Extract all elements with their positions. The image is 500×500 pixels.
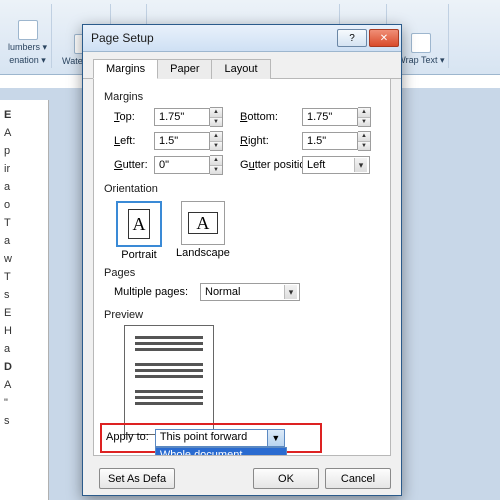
ribbon-group-numbers[interactable]: lumbers ▾ enation ▾: [4, 4, 52, 68]
cancel-button[interactable]: Cancel: [325, 468, 391, 489]
page-setup-dialog: Page Setup ? ✕ Margins Paper Layout Marg…: [82, 24, 402, 496]
portrait-label: Portrait: [121, 249, 156, 261]
left-spinner[interactable]: ▲▼: [210, 131, 223, 151]
apply-to-label: Apply to:: [106, 429, 149, 443]
orientation-group: A Portrait A Landscape: [114, 199, 380, 263]
preview-section-title: Preview: [104, 309, 380, 321]
multiple-pages-label: Multiple pages:: [114, 286, 188, 298]
right-input[interactable]: 1.5": [302, 132, 358, 150]
left-input[interactable]: 1.5": [154, 132, 210, 150]
line-numbers-icon: [18, 20, 38, 40]
margins-panel: Margins Top: 1.75" ▲▼ Bottom: 1.75" ▲▼ L…: [93, 79, 391, 456]
help-button[interactable]: ?: [337, 29, 367, 47]
gutter-position-label: Gutter position:: [240, 159, 302, 171]
margins-section-title: Margins: [104, 91, 380, 103]
tab-margins[interactable]: Margins: [93, 59, 158, 79]
chevron-down-icon[interactable]: ▼: [267, 430, 284, 446]
preview-page-icon: [124, 325, 214, 435]
orientation-portrait[interactable]: A Portrait: [114, 199, 164, 263]
set-as-default-button[interactable]: Set As Defa: [99, 468, 175, 489]
top-input[interactable]: 1.75": [154, 108, 210, 126]
right-label: Right:: [240, 135, 302, 147]
orientation-section-title: Orientation: [104, 183, 380, 195]
dialog-tabs: Margins Paper Layout: [83, 52, 401, 79]
document-page-edge: E A p ir a o T a w T s E H a D A " s: [0, 100, 49, 500]
landscape-page-icon: A: [188, 212, 218, 234]
wrap-text-icon: [411, 33, 431, 53]
ok-button[interactable]: OK: [253, 468, 319, 489]
bottom-spinner[interactable]: ▲▼: [358, 107, 371, 127]
pages-section-title: Pages: [104, 267, 380, 279]
wrap-text-label: Wrap Text ▾: [397, 55, 444, 66]
left-label: Left:: [114, 135, 154, 147]
numbers-label: lumbers ▾: [8, 42, 47, 53]
margins-grid: Top: 1.75" ▲▼ Bottom: 1.75" ▲▼ Left: 1.5…: [114, 107, 380, 175]
tab-paper[interactable]: Paper: [157, 59, 212, 79]
gutter-label: Gutter:: [114, 159, 154, 171]
bottom-input[interactable]: 1.75": [302, 108, 358, 126]
top-spinner[interactable]: ▲▼: [210, 107, 223, 127]
gutter-position-select[interactable]: Left: [302, 156, 370, 174]
gutter-input[interactable]: 0": [154, 156, 210, 174]
multiple-pages-select[interactable]: Normal: [200, 283, 300, 301]
tab-layout[interactable]: Layout: [211, 59, 270, 79]
orientation-landscape[interactable]: A Landscape: [174, 199, 232, 263]
close-button[interactable]: ✕: [369, 29, 399, 47]
landscape-label: Landscape: [176, 247, 230, 259]
portrait-page-icon: A: [128, 209, 150, 239]
top-label: Top:: [114, 111, 154, 123]
right-spinner[interactable]: ▲▼: [358, 131, 371, 151]
bottom-label: Bottom:: [240, 111, 302, 123]
apply-to-value: This point forward: [156, 430, 284, 444]
apply-to-option-whole[interactable]: Whole document: [156, 448, 286, 456]
dialog-title: Page Setup: [91, 31, 337, 45]
apply-to-row: Apply to: This point forward ▼ Whole doc…: [100, 423, 322, 453]
hyphenation-label: enation ▾: [9, 55, 46, 66]
dialog-titlebar[interactable]: Page Setup ? ✕: [83, 25, 401, 52]
gutter-spinner[interactable]: ▲▼: [210, 155, 223, 175]
apply-to-combo[interactable]: This point forward ▼ Whole document This…: [155, 429, 285, 447]
apply-to-dropdown: Whole document This point forward: [155, 447, 287, 456]
dialog-footer: Set As Defa OK Cancel: [83, 462, 401, 495]
